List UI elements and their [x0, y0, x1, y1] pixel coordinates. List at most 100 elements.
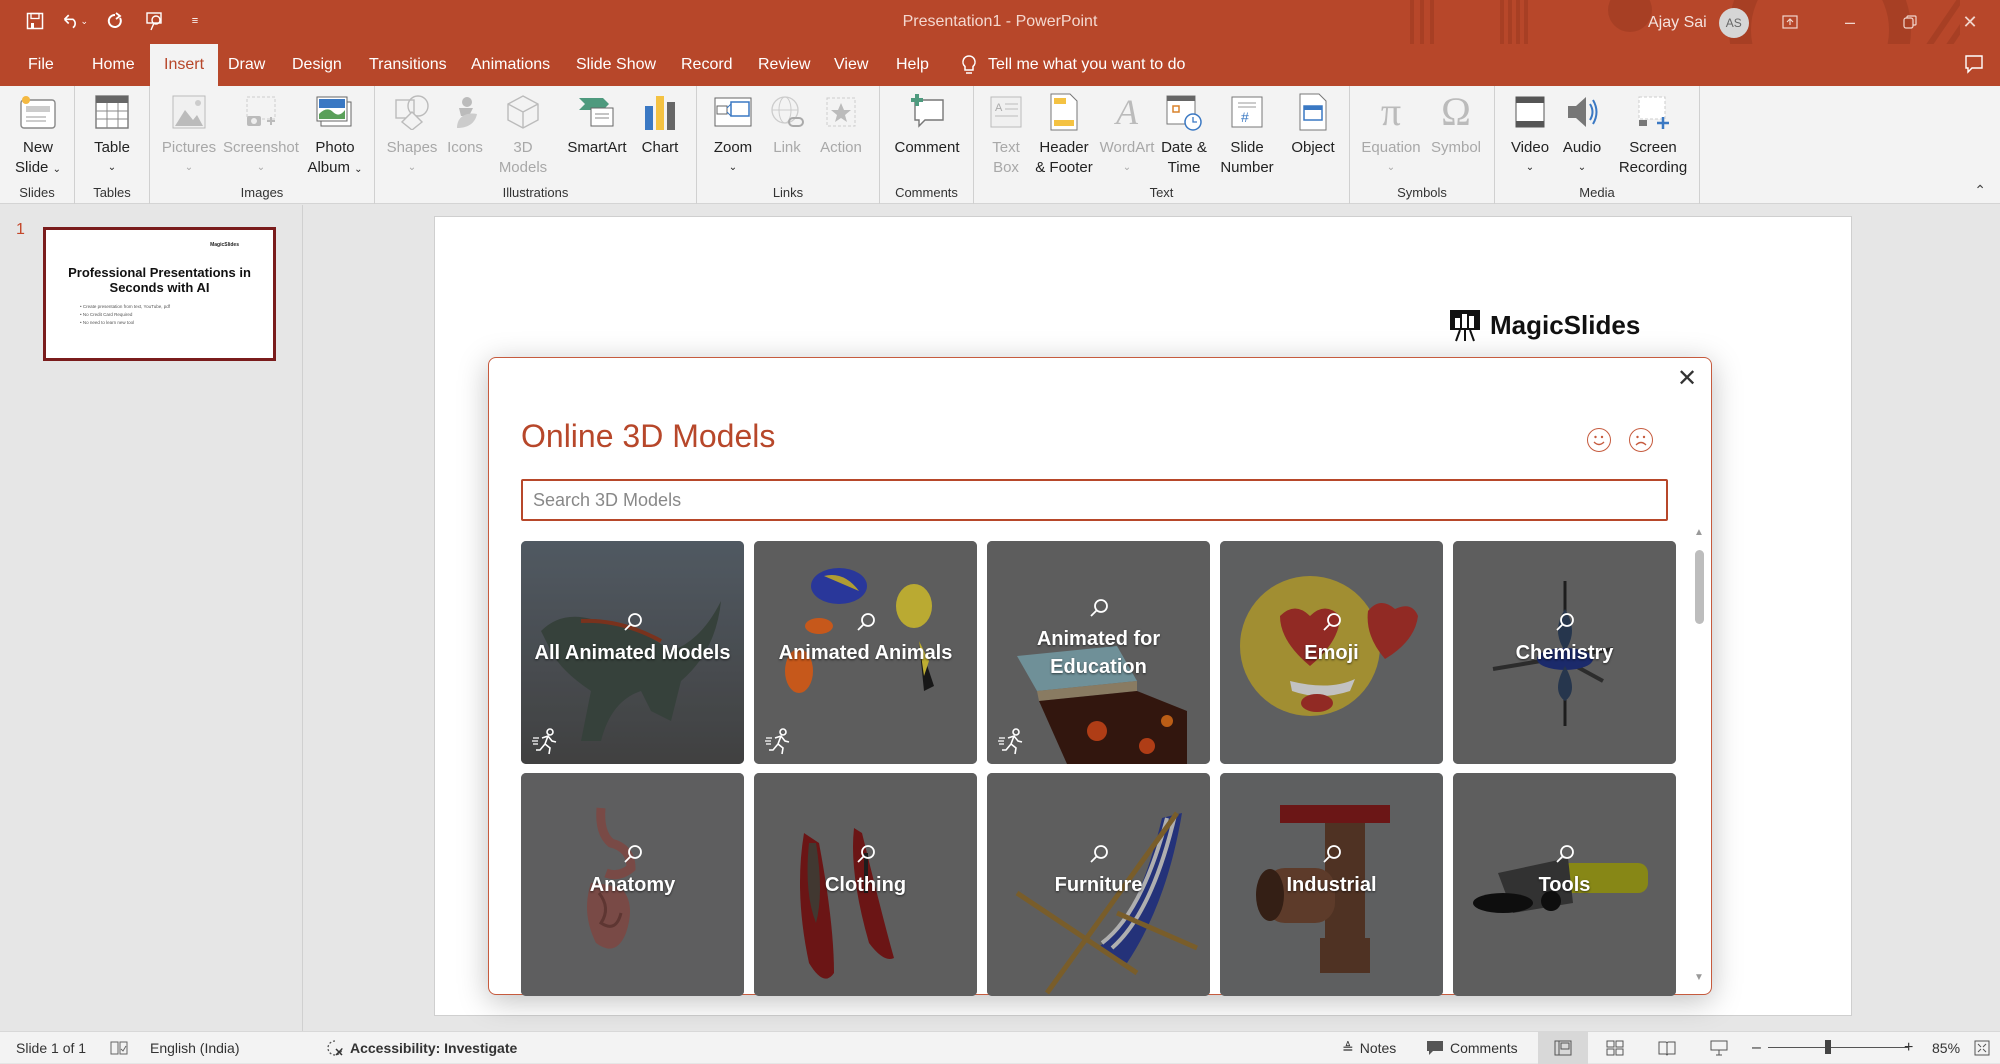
zoom-in-button[interactable]: +	[1904, 1032, 1913, 1064]
restore-icon[interactable]	[1880, 0, 1940, 44]
tab-slide-show[interactable]: Slide Show	[564, 44, 668, 86]
screen-recording-button[interactable]: Screen Recording	[1613, 92, 1693, 178]
thumbnail-bullets: • Create presentation from text, YouTube…	[80, 304, 170, 325]
svg-text:A: A	[995, 102, 1003, 114]
zoom-level[interactable]: 85%	[1932, 1032, 1960, 1064]
notes-button[interactable]: ≜ Notes	[1342, 1032, 1396, 1064]
header-footer-button[interactable]: Header & Footer	[1032, 92, 1096, 178]
collapse-ribbon-icon[interactable]: ⌃	[1974, 182, 1986, 199]
tell-me-search[interactable]: Tell me what you want to do	[960, 44, 1185, 86]
slide-sorter-view-icon[interactable]	[1590, 1032, 1640, 1064]
zoom-slider[interactable]	[1768, 1040, 1908, 1054]
tab-draw[interactable]: Draw	[216, 44, 277, 86]
video-button[interactable]: Video ⌄	[1505, 92, 1555, 178]
spelling-check-icon[interactable]	[110, 1032, 128, 1064]
slide-number-button[interactable]: # Slide Number	[1218, 92, 1276, 178]
tab-animations[interactable]: Animations	[459, 44, 562, 86]
cube-icon	[503, 92, 543, 132]
zoom-button[interactable]: Zoom ⌄	[709, 92, 757, 178]
object-button[interactable]: Object	[1284, 92, 1342, 158]
search-category-icon	[1322, 613, 1341, 631]
scroll-down-icon[interactable]: ▼	[1693, 973, 1705, 983]
category-tile[interactable]: Furniture	[987, 773, 1210, 996]
tab-design[interactable]: Design	[280, 44, 354, 86]
photo-album-button[interactable]: Photo Album ⌄	[302, 92, 368, 180]
category-tile[interactable]: Clothing	[754, 773, 977, 996]
language-indicator[interactable]: English (India)	[150, 1032, 240, 1064]
tab-review[interactable]: Review	[746, 44, 822, 86]
frown-feedback-icon[interactable]	[1629, 428, 1653, 452]
search-category-icon	[1089, 845, 1108, 863]
screenshot-button[interactable]: Screenshot ⌄	[222, 92, 300, 178]
ribbon-display-options-icon[interactable]	[1760, 0, 1820, 44]
action-button[interactable]: Action	[813, 92, 869, 158]
category-tile[interactable]: Animated Animals	[754, 541, 977, 764]
category-tile[interactable]: All Animated Models	[521, 541, 744, 764]
pictures-button[interactable]: Pictures ⌄	[158, 92, 220, 178]
search-category-icon	[623, 845, 642, 863]
icons-button[interactable]: Icons	[443, 92, 487, 158]
notes-icon: ≜	[1342, 1039, 1354, 1056]
category-tile[interactable]: Industrial	[1220, 773, 1443, 996]
comments-pane-icon[interactable]	[1964, 54, 1984, 79]
shapes-button[interactable]: Shapes ⌄	[387, 92, 437, 178]
equation-button[interactable]: π Equation ⌄	[1358, 92, 1424, 178]
shapes-icon	[392, 92, 432, 132]
comment-button[interactable]: Comment	[890, 92, 964, 158]
slide-thumbnail-pane: 1 MagicSlides Professional Presentations…	[0, 205, 303, 1031]
category-tile[interactable]: Animated for Education	[987, 541, 1210, 764]
tab-file[interactable]: File	[16, 44, 66, 86]
category-label: Furniture	[1054, 874, 1143, 896]
category-grid: All Animated Models Animated Animals Anima…	[521, 541, 1676, 996]
zoom-out-button[interactable]: –	[1752, 1032, 1761, 1064]
close-window-icon[interactable]: ✕	[1940, 0, 2000, 44]
new-slide-button[interactable]: New Slide ⌄	[10, 92, 66, 180]
chart-button[interactable]: Chart	[635, 92, 685, 158]
tab-view[interactable]: View	[822, 44, 880, 86]
category-tile[interactable]: Anatomy	[521, 773, 744, 996]
text-box-button[interactable]: A Text Box	[984, 92, 1028, 178]
reading-view-icon[interactable]	[1642, 1032, 1692, 1064]
status-bar: Slide 1 of 1 English (India) Accessibili…	[0, 1031, 2000, 1064]
category-tile[interactable]: Tools	[1453, 773, 1676, 996]
date-time-button[interactable]: Date & Time	[1156, 92, 1212, 178]
lightbulb-icon	[962, 55, 976, 74]
feedback	[1587, 428, 1653, 452]
comments-button[interactable]: Comments	[1426, 1032, 1518, 1064]
account[interactable]: Ajay Sai AS	[1648, 8, 1749, 38]
smile-feedback-icon[interactable]	[1587, 428, 1611, 452]
symbol-button[interactable]: Ω Symbol	[1426, 92, 1486, 158]
category-label: Chemistry	[1515, 642, 1614, 664]
normal-view-icon[interactable]	[1538, 1032, 1588, 1064]
close-dialog-button[interactable]: ✕	[1673, 364, 1701, 392]
scrollbar-thumb[interactable]	[1695, 550, 1704, 624]
accessibility-icon	[327, 1040, 343, 1056]
accessibility-checker[interactable]: Accessibility: Investigate	[326, 1032, 517, 1064]
zoom-slider-thumb[interactable]	[1825, 1040, 1831, 1054]
fit-to-window-icon[interactable]	[1974, 1032, 1990, 1064]
avatar[interactable]: AS	[1718, 8, 1749, 38]
slide-thumbnail[interactable]: MagicSlides Professional Presentations i…	[43, 227, 276, 361]
omega-icon: Ω	[1441, 89, 1471, 134]
pi-icon: π	[1380, 89, 1402, 134]
category-tile[interactable]: Emoji	[1220, 541, 1443, 764]
audio-button[interactable]: Audio ⌄	[1557, 92, 1607, 178]
tab-home[interactable]: Home	[80, 44, 147, 86]
category-label: Animated Animals	[778, 642, 953, 664]
minimize-icon[interactable]: –	[1820, 0, 1880, 44]
tab-transitions[interactable]: Transitions	[357, 44, 459, 86]
dialog-scrollbar[interactable]: ▲ ▼	[1693, 528, 1705, 983]
slide-show-view-icon[interactable]	[1694, 1032, 1744, 1064]
magicslides-logo: MagicSlides	[1448, 308, 1640, 342]
search-3d-models-input[interactable]	[521, 479, 1668, 521]
3d-models-button[interactable]: 3D Models ⌄	[493, 92, 553, 200]
category-tile[interactable]: Chemistry	[1453, 541, 1676, 764]
table-button[interactable]: Table ⌄	[83, 92, 141, 178]
link-button[interactable]: Link	[765, 92, 809, 158]
tab-insert[interactable]: Insert	[150, 44, 219, 86]
wordart-button[interactable]: A WordArt ⌄	[1098, 92, 1156, 178]
scroll-up-icon[interactable]: ▲	[1693, 528, 1705, 538]
smartart-button[interactable]: SmartArt	[563, 92, 631, 158]
tab-help[interactable]: Help	[884, 44, 941, 86]
tab-record[interactable]: Record	[669, 44, 745, 86]
